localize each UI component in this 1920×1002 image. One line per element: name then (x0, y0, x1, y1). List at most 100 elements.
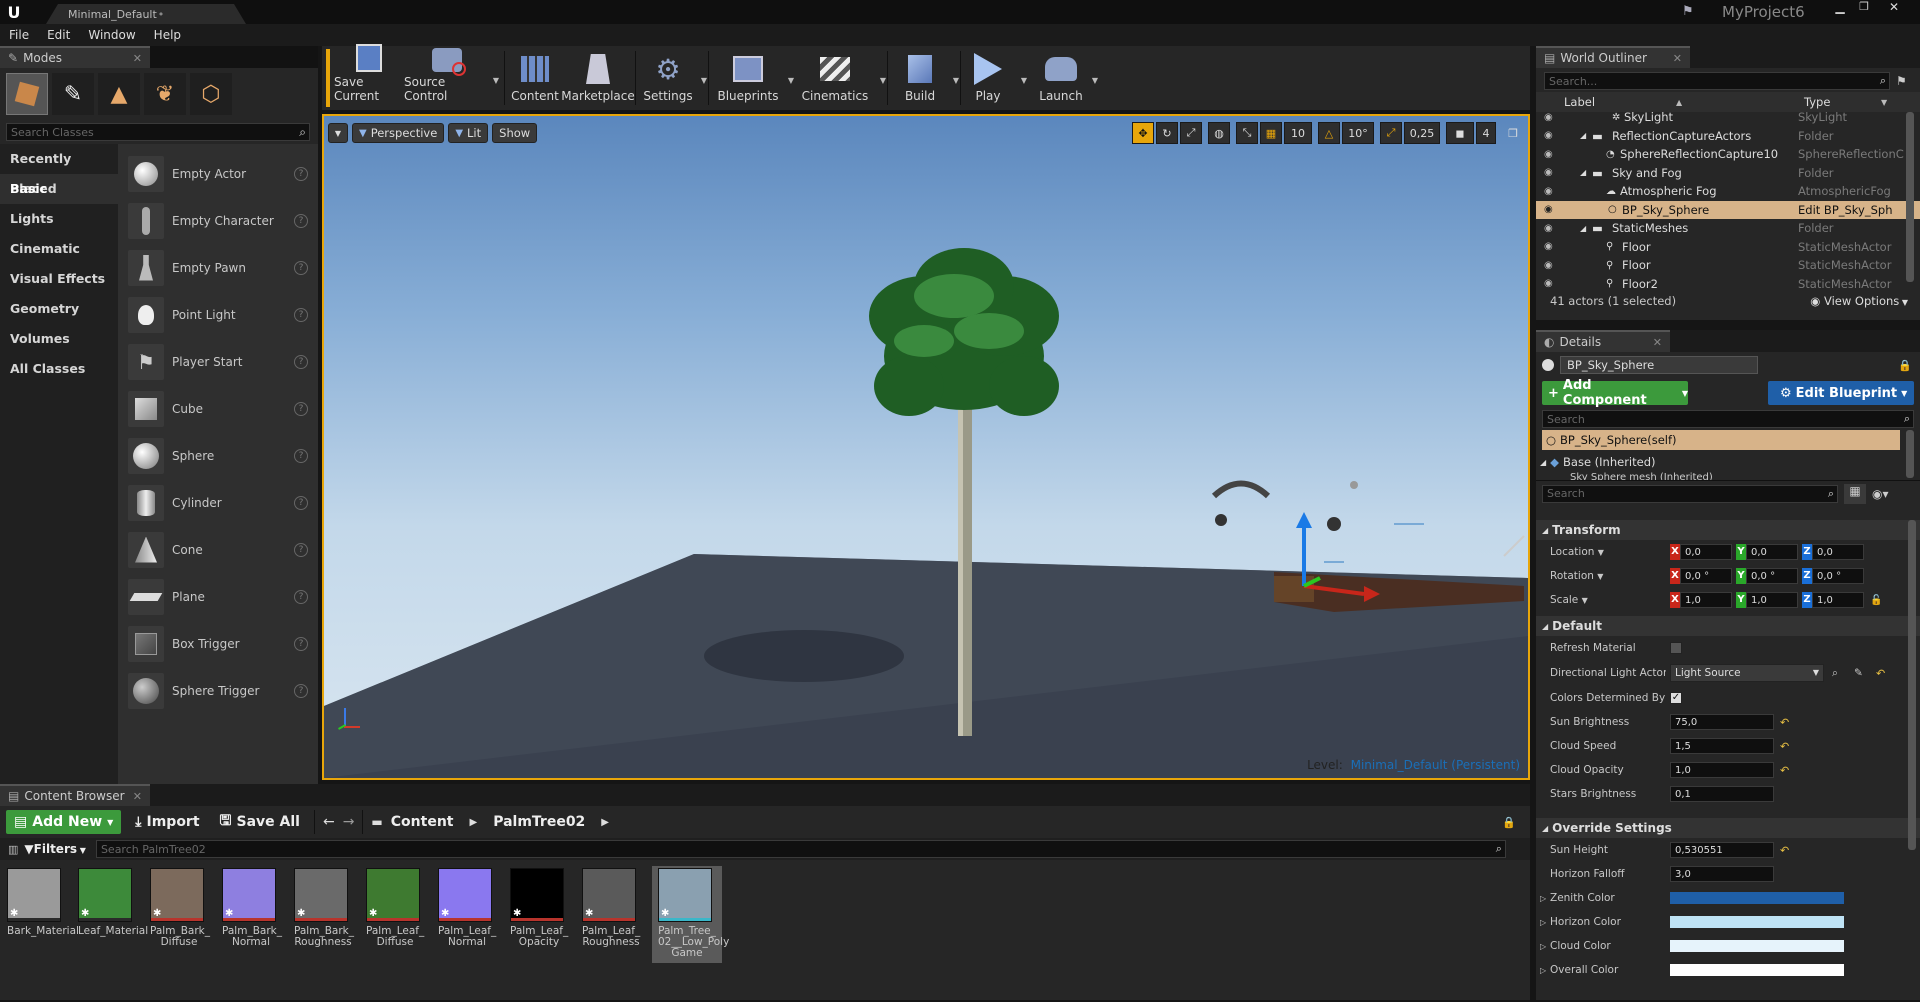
cloud-color-swatch[interactable] (1670, 940, 1844, 952)
menu-edit[interactable]: Edit (38, 24, 79, 46)
horizon-falloff-field[interactable]: 3,0 (1670, 866, 1774, 882)
category-recently-placed[interactable]: Recently Placed (0, 144, 118, 196)
list-item[interactable]: Empty Character? (118, 197, 318, 244)
category-geometry[interactable]: Geometry (0, 294, 118, 324)
table-row[interactable]: ◉ ◢ ▬ Sky and Fog Folder (1536, 164, 1920, 183)
section-default[interactable]: ◢ Default (1536, 616, 1920, 636)
asset-tile[interactable]: ✱ Palm_Leaf_ Normal (438, 868, 496, 948)
maximize-button[interactable]: ❐ (1852, 0, 1876, 18)
scale-mode-icon[interactable]: ⤢ (1180, 122, 1202, 144)
lock-icon[interactable]: 🔒 (1502, 816, 1516, 829)
help-icon[interactable]: ? (294, 166, 308, 181)
grid-snap-value[interactable]: 10 (1284, 122, 1312, 144)
location-y-field[interactable]: 0,0 (1746, 544, 1798, 560)
component-base-row[interactable]: ◢ ◆ Base (Inherited) (1540, 450, 1920, 470)
tab-world-outliner[interactable]: ▤ World Outliner ✕ (1536, 46, 1690, 68)
chevron-down-icon[interactable]: ▼ (1092, 76, 1098, 85)
eye-icon[interactable]: ◉ (1544, 112, 1553, 123)
column-type-header[interactable]: Type (1804, 95, 1830, 109)
level-viewport[interactable]: ▼ ▼ Perspective ▼ Lit Show ✥ ↻ ⤢ ◍ ⤡ ▦ 10 … (322, 114, 1530, 780)
foliage-mode-icon[interactable]: ❦ (144, 73, 186, 115)
save-current-button[interactable]: Save Current (334, 44, 404, 107)
help-icon[interactable]: ? (294, 542, 308, 557)
minimize-button[interactable]: ▁ (1828, 0, 1852, 18)
scale-z-field[interactable]: 1,0 (1812, 592, 1864, 608)
back-arrow-icon[interactable]: ← (323, 814, 335, 830)
cinematics-button[interactable]: Cinematics ▼ (793, 49, 886, 107)
document-tab[interactable]: Minimal_Default • (46, 4, 246, 24)
section-override-settings[interactable]: ◢ Override Settings (1536, 818, 1920, 838)
details-search-input[interactable]: Search ⌕ (1542, 484, 1838, 503)
expand-arrow-icon[interactable]: ◢ (1580, 224, 1586, 233)
expand-arrow-icon[interactable]: ▷ (1540, 894, 1546, 903)
list-item[interactable]: Cone? (118, 526, 318, 573)
rotation-snap-icon[interactable]: △ (1318, 122, 1340, 144)
asset-tile[interactable]: ✱ Palm_Leaf_ Diffuse (366, 868, 424, 948)
actor-name-field[interactable]: BP_Sky_Sphere (1560, 356, 1758, 374)
view-options-button[interactable]: ◉ View Options ▼ (1810, 294, 1908, 308)
help-icon[interactable]: ? (294, 636, 308, 651)
expand-arrow-icon[interactable]: ◢ (1580, 131, 1586, 140)
reset-icon[interactable]: ↶ (1876, 667, 1885, 680)
add-new-button[interactable]: ▤ Add New ▼ (6, 810, 122, 834)
forward-arrow-icon[interactable]: → (343, 814, 355, 830)
help-icon[interactable]: ? (294, 354, 308, 369)
column-label-header[interactable]: Label (1564, 95, 1595, 109)
list-item[interactable]: Sphere? (118, 432, 318, 479)
asset-tile[interactable]: ✱ Leaf_Material (78, 868, 148, 937)
asset-tile[interactable]: ✱ Bark_Material (7, 868, 79, 937)
marketplace-button[interactable]: Marketplace (561, 49, 635, 107)
asset-tile[interactable]: ✱ Palm_Leaf_ Roughness (582, 868, 640, 948)
sun-height-field[interactable]: 0,530551 (1670, 842, 1774, 858)
content-button[interactable]: Content (507, 49, 563, 107)
category-lights[interactable]: Lights (0, 204, 118, 234)
eye-icon[interactable]: ◉ (1544, 167, 1553, 178)
show-button[interactable]: Show (492, 123, 538, 143)
cloud-speed-field[interactable]: 1,5 (1670, 738, 1774, 754)
reset-icon[interactable]: ↶ (1780, 844, 1789, 857)
table-row[interactable]: ◉ ⚲ Floor StaticMeshActor (1536, 256, 1920, 275)
scale-x-field[interactable]: 1,0 (1680, 592, 1732, 608)
category-basic[interactable]: Basic (0, 174, 118, 204)
eye-icon[interactable]: ◉ (1544, 223, 1553, 234)
world-space-icon[interactable]: ◍ (1208, 122, 1230, 144)
menu-help[interactable]: Help (145, 24, 190, 46)
reset-icon[interactable]: ↶ (1780, 764, 1789, 777)
asset-tile-selected[interactable]: ✱ Palm_Tree_ 02__Low_Poly Game (652, 866, 729, 963)
surface-snap-icon[interactable]: ⤡ (1236, 122, 1258, 144)
lock-icon[interactable]: 🔒 (1898, 359, 1912, 372)
eye-icon[interactable]: ◉ (1544, 260, 1553, 271)
sun-brightness-field[interactable]: 75,0 (1670, 714, 1774, 730)
component-search-input[interactable]: Search ⌕ (1542, 410, 1914, 428)
component-self-row[interactable]: ○ BP_Sky_Sphere(self) (1542, 430, 1900, 450)
lit-button[interactable]: ▼ Lit (448, 123, 489, 143)
scale-snap-value[interactable]: 0,25 (1404, 122, 1440, 144)
eye-icon[interactable]: ◉ (1544, 278, 1553, 289)
edit-blueprint-button[interactable]: ⚙ Edit Blueprint ▼ (1768, 381, 1914, 405)
list-item[interactable]: Box Trigger? (118, 620, 318, 667)
cloud-opacity-field[interactable]: 1,0 (1670, 762, 1774, 778)
location-x-field[interactable]: 0,0 (1680, 544, 1732, 560)
import-button[interactable]: ⤓ Import (129, 810, 205, 834)
breadcrumb-palmtree02[interactable]: PalmTree02 (493, 814, 585, 830)
list-item[interactable]: Point Light? (118, 291, 318, 338)
table-row[interactable]: ◉ ◢ ▬ StaticMeshes Folder (1536, 219, 1920, 238)
expand-arrow-icon[interactable]: ▷ (1540, 942, 1546, 951)
table-row[interactable]: ◉ ◔ SphereReflectionCapture10 SphereReflect… (1536, 145, 1920, 164)
eye-icon[interactable]: ◉ (1544, 186, 1553, 197)
settings-icon[interactable]: ⚑ (1896, 74, 1907, 88)
section-transform[interactable]: ◢ Transform (1536, 520, 1920, 540)
list-item[interactable]: ⚑ Player Start? (118, 338, 318, 385)
launch-button[interactable]: Launch ▼ (1033, 49, 1098, 107)
help-icon[interactable]: ? (294, 307, 308, 322)
landscape-mode-icon[interactable]: ▲ (98, 73, 140, 115)
close-button[interactable]: ✕ (1876, 0, 1912, 18)
table-row[interactable]: ◉ ◢ ▬ ReflectionCaptureActors Folder (1536, 127, 1920, 146)
paint-mode-icon[interactable]: ✎ (52, 73, 94, 115)
category-all-classes[interactable]: All Classes (0, 354, 118, 384)
chevron-down-icon[interactable]: ▼ (1881, 98, 1887, 107)
menu-window[interactable]: Window (79, 24, 144, 46)
table-row-selected[interactable]: ◉ ○ BP_Sky_Sphere Edit BP_Sky_Sph (1536, 200, 1920, 219)
reset-icon[interactable]: ↶ (1780, 716, 1789, 729)
build-button[interactable]: Build ▼ (890, 49, 959, 107)
